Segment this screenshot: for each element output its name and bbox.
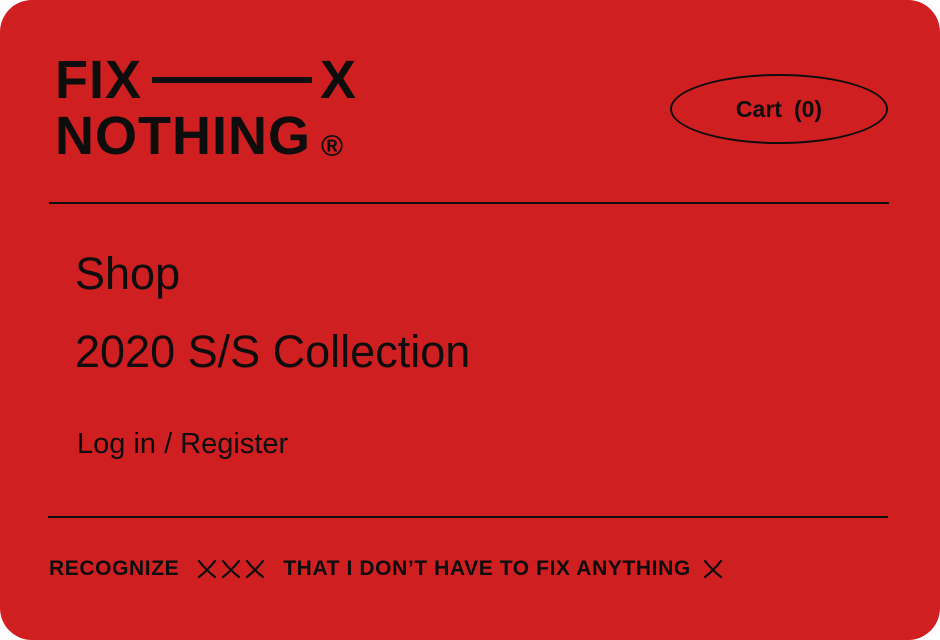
cart-button[interactable]: Cart (0)	[670, 74, 888, 144]
logo-dash	[152, 77, 313, 83]
ticker-text-2: THAT I DON’T HAVE TO FIX ANYTHING	[283, 557, 691, 580]
top-divider	[49, 202, 889, 204]
x-mark-icon	[244, 558, 266, 580]
brand-logo[interactable]: FIX X NOTHING ®	[55, 52, 357, 164]
bottom-divider	[48, 516, 888, 518]
x-mark-icon	[702, 558, 724, 580]
nav-login-register-link[interactable]: Log in / Register	[77, 426, 288, 462]
nav-collection-link[interactable]: 2020 S/S Collection	[75, 326, 470, 378]
logo-x-text: X	[320, 50, 358, 110]
ticker-text-1: RECOGNIZE	[49, 557, 180, 580]
registered-mark: ®	[321, 130, 345, 163]
nav-shop-link[interactable]: Shop	[75, 248, 180, 300]
logo-fix-text: FIX	[55, 50, 143, 110]
cart-count: (0)	[793, 95, 823, 122]
cart-label: Cart	[735, 95, 782, 122]
page-card: FIX X NOTHING ® Cart (0) Shop 2020 S/S C…	[0, 0, 940, 640]
logo-line-2: NOTHING ®	[55, 108, 357, 164]
marquee-ticker: RECOGNIZE THAT I DON’T HAVE TO FIX ANYTH…	[49, 555, 725, 583]
x-mark-icon	[196, 558, 218, 580]
logo-line-1: FIX X	[55, 52, 357, 108]
x-mark-icon	[220, 558, 242, 580]
logo-nothing-text: NOTHING	[55, 106, 311, 166]
